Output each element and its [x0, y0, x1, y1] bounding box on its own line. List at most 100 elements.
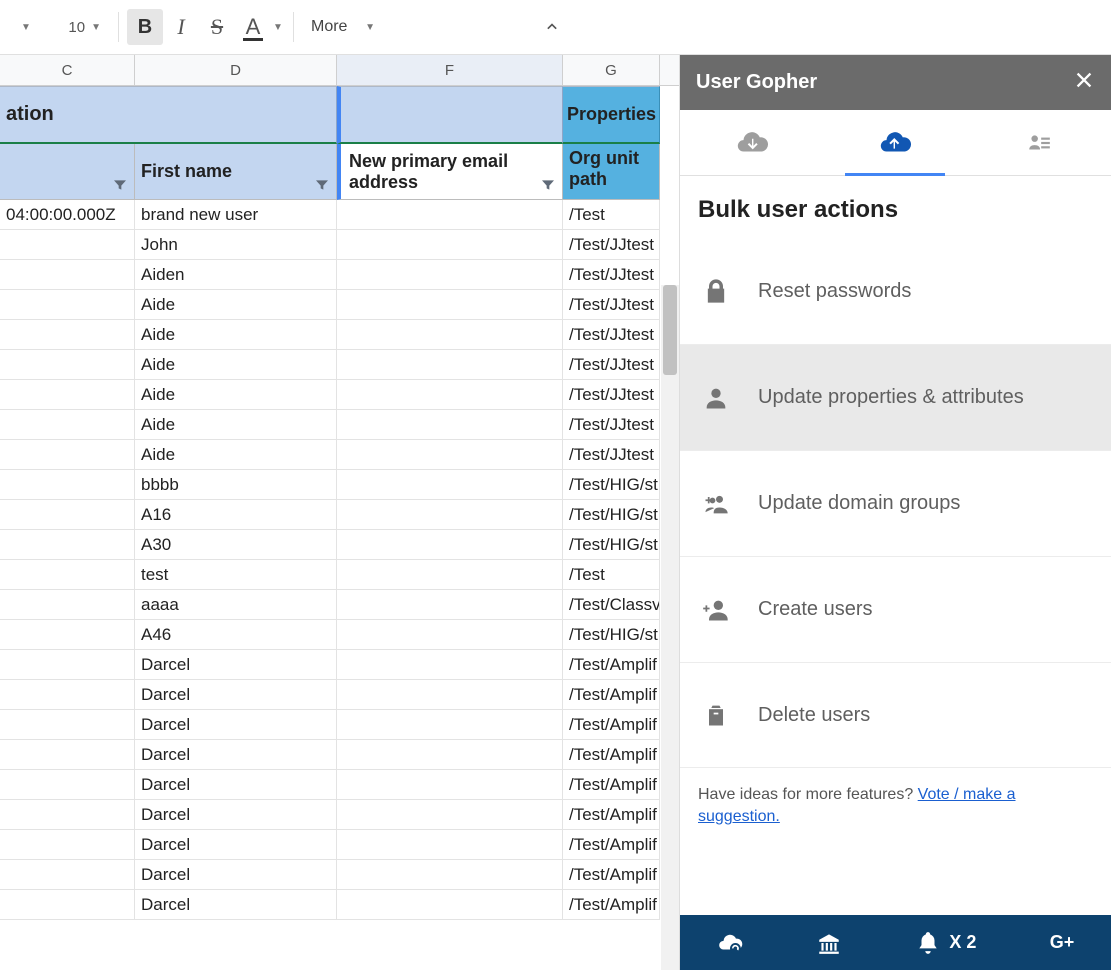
- table-row[interactable]: Darcel/Test/Amplif: [0, 800, 679, 830]
- bottombar-cloud-button[interactable]: [717, 930, 743, 956]
- table-row[interactable]: Darcel/Test/Amplif: [0, 710, 679, 740]
- bold-button[interactable]: B: [127, 9, 163, 45]
- cell-D[interactable]: Aide: [135, 350, 337, 380]
- cell-G[interactable]: /Test/HIG/st: [563, 620, 660, 650]
- data-grid[interactable]: 04:00:00.000Zbrand new user/TestJohn/Tes…: [0, 200, 679, 920]
- cell-G[interactable]: /Test/Classv: [563, 590, 660, 620]
- cell-C[interactable]: 04:00:00.000Z: [0, 200, 135, 230]
- cell-D[interactable]: Darcel: [135, 800, 337, 830]
- cell-F[interactable]: [337, 590, 563, 620]
- action-update-properties[interactable]: Update properties & attributes: [680, 344, 1111, 450]
- table-row[interactable]: Aide/Test/JJtest: [0, 410, 679, 440]
- cell-C[interactable]: [0, 380, 135, 410]
- cell-F[interactable]: [337, 620, 563, 650]
- italic-button[interactable]: I: [163, 9, 199, 45]
- filter-icon[interactable]: [314, 177, 330, 193]
- cell-G[interactable]: /Test/JJtest: [563, 260, 660, 290]
- action-update-domain-groups[interactable]: Update domain groups: [680, 450, 1111, 556]
- cell-C[interactable]: [0, 470, 135, 500]
- cell-G[interactable]: /Test/HIG/st: [563, 530, 660, 560]
- cell-D[interactable]: Aiden: [135, 260, 337, 290]
- cell-C[interactable]: [0, 680, 135, 710]
- cell-G[interactable]: /Test/JJtest: [563, 290, 660, 320]
- cell-D[interactable]: A16: [135, 500, 337, 530]
- header-col-C[interactable]: [0, 144, 135, 200]
- filter-icon[interactable]: [540, 177, 556, 193]
- cell-F[interactable]: [337, 680, 563, 710]
- font-family-dropdown[interactable]: ▼: [6, 9, 36, 45]
- cell-D[interactable]: Aide: [135, 410, 337, 440]
- close-button[interactable]: [1073, 69, 1095, 97]
- table-row[interactable]: aaaa/Test/Classv: [0, 590, 679, 620]
- cell-D[interactable]: Darcel: [135, 770, 337, 800]
- spreadsheet-area[interactable]: C D F G ation Properties First name New …: [0, 55, 680, 970]
- cell-C[interactable]: [0, 530, 135, 560]
- table-row[interactable]: Aide/Test/JJtest: [0, 320, 679, 350]
- cell-G[interactable]: /Test/Amplif: [563, 650, 660, 680]
- filter-icon[interactable]: [112, 177, 128, 193]
- collapse-toolbar-button[interactable]: [534, 9, 570, 45]
- cell-C[interactable]: [0, 500, 135, 530]
- header-properties[interactable]: Properties: [563, 86, 660, 144]
- cell-C[interactable]: [0, 830, 135, 860]
- cell-D[interactable]: Darcel: [135, 890, 337, 920]
- cell-D[interactable]: Darcel: [135, 830, 337, 860]
- cell-F[interactable]: [337, 560, 563, 590]
- cell-G[interactable]: /Test/JJtest: [563, 350, 660, 380]
- cell-D[interactable]: A30: [135, 530, 337, 560]
- cell-D[interactable]: bbbb: [135, 470, 337, 500]
- cell-D[interactable]: Aide: [135, 320, 337, 350]
- cell-C[interactable]: [0, 350, 135, 380]
- table-row[interactable]: John/Test/JJtest: [0, 230, 679, 260]
- cell-C[interactable]: [0, 410, 135, 440]
- bottombar-institution-button[interactable]: [816, 930, 842, 956]
- col-header-D[interactable]: D: [135, 55, 337, 85]
- cell-G[interactable]: /Test/HIG/st: [563, 470, 660, 500]
- tab-download[interactable]: [692, 110, 812, 176]
- cell-F[interactable]: [337, 380, 563, 410]
- cell-D[interactable]: Darcel: [135, 860, 337, 890]
- cell-C[interactable]: [0, 440, 135, 470]
- cell-F[interactable]: [337, 440, 563, 470]
- cell-F[interactable]: [337, 890, 563, 920]
- bottombar-gplus-button[interactable]: G+: [1050, 932, 1075, 953]
- cell-D[interactable]: aaaa: [135, 590, 337, 620]
- cell-G[interactable]: /Test: [563, 560, 660, 590]
- cell-G[interactable]: /Test/Amplif: [563, 860, 660, 890]
- cell-C[interactable]: [0, 890, 135, 920]
- cell-D[interactable]: Darcel: [135, 710, 337, 740]
- header-org-unit-path[interactable]: Org unit path: [563, 144, 660, 200]
- cell-F[interactable]: [337, 230, 563, 260]
- cell-F[interactable]: [337, 740, 563, 770]
- table-row[interactable]: Darcel/Test/Amplif: [0, 770, 679, 800]
- table-row[interactable]: Darcel/Test/Amplif: [0, 680, 679, 710]
- col-header-G[interactable]: G: [563, 55, 660, 85]
- cell-G[interactable]: /Test/Amplif: [563, 740, 660, 770]
- cell-D[interactable]: brand new user: [135, 200, 337, 230]
- table-row[interactable]: test/Test: [0, 560, 679, 590]
- cell-C[interactable]: [0, 230, 135, 260]
- cell-F[interactable]: [337, 770, 563, 800]
- cell-C[interactable]: [0, 620, 135, 650]
- cell-C[interactable]: [0, 860, 135, 890]
- action-create-users[interactable]: Create users: [680, 556, 1111, 662]
- cell-G[interactable]: /Test/HIG/st: [563, 500, 660, 530]
- action-reset-passwords[interactable]: Reset passwords: [680, 238, 1111, 344]
- table-row[interactable]: Darcel/Test/Amplif: [0, 890, 679, 920]
- table-row[interactable]: Darcel/Test/Amplif: [0, 860, 679, 890]
- table-row[interactable]: Darcel/Test/Amplif: [0, 650, 679, 680]
- table-row[interactable]: Darcel/Test/Amplif: [0, 740, 679, 770]
- table-row[interactable]: Darcel/Test/Amplif: [0, 830, 679, 860]
- table-row[interactable]: Aide/Test/JJtest: [0, 440, 679, 470]
- cell-F[interactable]: [337, 710, 563, 740]
- cell-G[interactable]: /Test/JJtest: [563, 320, 660, 350]
- cell-F[interactable]: [337, 260, 563, 290]
- cell-F[interactable]: [337, 500, 563, 530]
- header-new-primary-email[interactable]: New primary email address: [337, 144, 563, 200]
- table-row[interactable]: 04:00:00.000Zbrand new user/Test: [0, 200, 679, 230]
- cell-G[interactable]: /Test/JJtest: [563, 440, 660, 470]
- cell-G[interactable]: /Test/Amplif: [563, 770, 660, 800]
- font-size-dropdown[interactable]: 10 ▼: [36, 9, 110, 45]
- cell-C[interactable]: [0, 800, 135, 830]
- cell-G[interactable]: /Test/Amplif: [563, 800, 660, 830]
